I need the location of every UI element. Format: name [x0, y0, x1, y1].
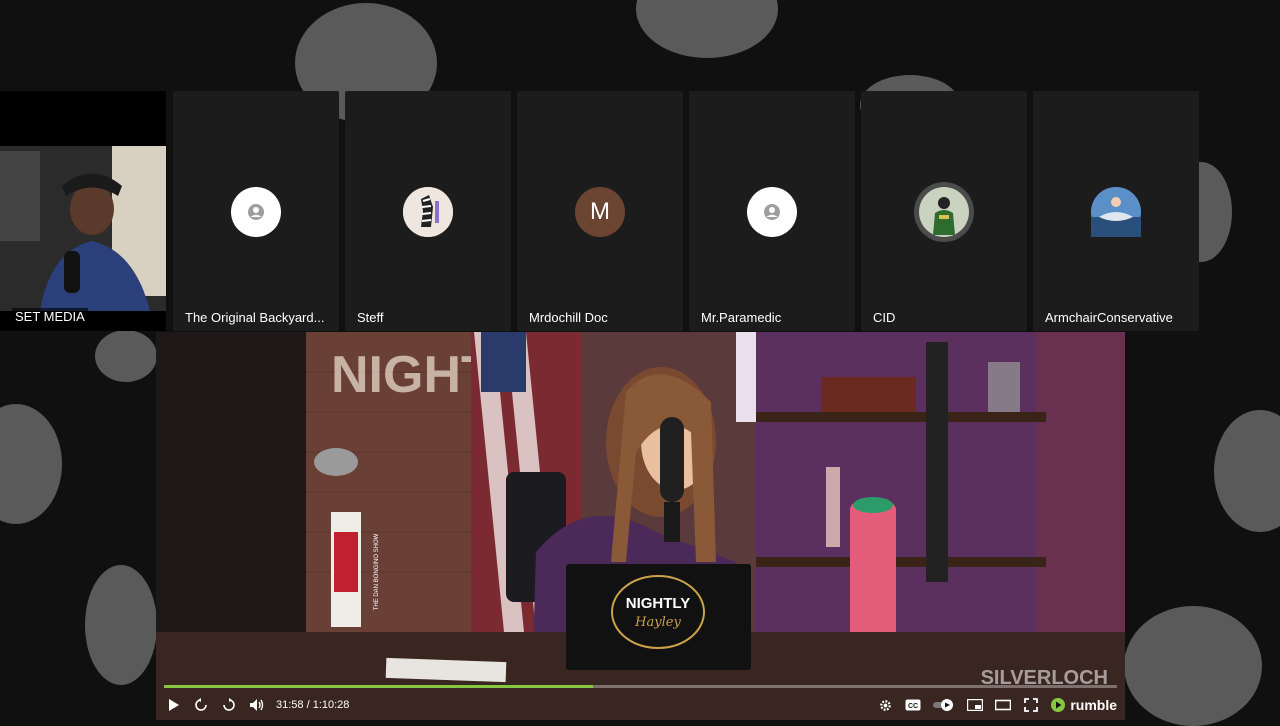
person-icon — [764, 204, 780, 220]
participant-name: ArmchairConservative — [1045, 310, 1173, 325]
laptop-logo-line1: NIGHTLY — [626, 595, 690, 612]
person-icon — [248, 204, 264, 220]
rumble-logo[interactable]: rumble — [1050, 697, 1117, 713]
volume-button[interactable] — [248, 696, 266, 714]
participant-tile[interactable]: Steff — [345, 91, 511, 331]
background-blob — [1124, 606, 1262, 726]
video-player[interactable]: NIGHTLY 2 THE DAN BONGINO SHOW NIGHTLY — [156, 332, 1125, 720]
miniplayer-icon — [967, 699, 984, 711]
background-blob — [1214, 410, 1280, 532]
background-blob — [85, 565, 157, 685]
laptop-logo-line2: Hayley — [634, 615, 681, 630]
toggle-icon — [933, 699, 954, 711]
captions-button[interactable]: CC — [904, 696, 922, 714]
boat-photo-icon — [1091, 187, 1141, 237]
forward-button[interactable] — [220, 696, 238, 714]
rumble-icon — [1051, 698, 1066, 712]
rewind-icon — [195, 698, 207, 711]
avatar: M — [575, 187, 625, 237]
settings-button[interactable] — [876, 696, 894, 714]
svg-text:CC: CC — [908, 703, 918, 710]
background-blob — [636, 0, 778, 58]
participant-name: Mr.Paramedic — [701, 310, 782, 325]
video-frame: NIGHTLY 2 THE DAN BONGINO SHOW NIGHTLY — [156, 332, 1125, 720]
play-icon — [169, 699, 179, 711]
participant-tile[interactable]: Mr.Paramedic — [689, 91, 855, 331]
participant-name: The Original Backyard... — [185, 310, 325, 325]
rumble-brand-text: rumble — [1070, 697, 1117, 713]
background-blob — [95, 330, 157, 382]
background-blob — [0, 404, 62, 524]
player-controls: 31:58 / 1:10:28 CC rumble — [156, 690, 1125, 720]
participant-tile[interactable]: ArmchairConservative — [1033, 91, 1199, 331]
participant-name: SET MEDIA — [12, 308, 88, 325]
progress-fill — [164, 685, 593, 688]
participant-name: CID — [873, 310, 896, 325]
person-photo-icon — [919, 187, 969, 237]
gear-icon — [879, 699, 891, 711]
participant-tile[interactable]: M Mrdochill Doc — [517, 91, 683, 331]
fullscreen-icon — [1024, 698, 1039, 712]
progress-bar[interactable] — [164, 685, 1117, 688]
autoplay-toggle[interactable] — [932, 696, 956, 714]
rewind-button[interactable] — [192, 696, 210, 714]
play-button[interactable] — [164, 696, 182, 714]
miniplayer-button[interactable] — [966, 696, 984, 714]
participant-name: Steff — [357, 310, 384, 325]
participant-tile-camera[interactable]: SET MEDIA — [0, 91, 166, 331]
avatar — [231, 187, 281, 237]
mic-flag-text: THE DAN BONGINO SHOW — [374, 533, 380, 610]
avatar — [747, 187, 797, 237]
theater-button[interactable] — [994, 696, 1012, 714]
volume-icon — [250, 699, 264, 711]
fullscreen-button[interactable] — [1022, 696, 1040, 714]
cc-icon: CC — [905, 699, 921, 711]
participant-tile[interactable]: CID — [861, 91, 1027, 331]
participant-name: Mrdochill Doc — [529, 310, 608, 325]
avatar — [403, 187, 453, 237]
participant-tile[interactable]: The Original Backyard... — [173, 91, 339, 331]
avatar — [919, 187, 969, 237]
participant-camera-feed — [0, 146, 166, 311]
avatar-letter: M — [590, 198, 610, 225]
theater-icon — [995, 699, 1012, 711]
forward-icon — [223, 698, 235, 711]
zebra-photo-icon — [403, 187, 453, 237]
avatar — [1091, 187, 1141, 237]
time-display: 31:58 / 1:10:28 — [276, 699, 350, 711]
